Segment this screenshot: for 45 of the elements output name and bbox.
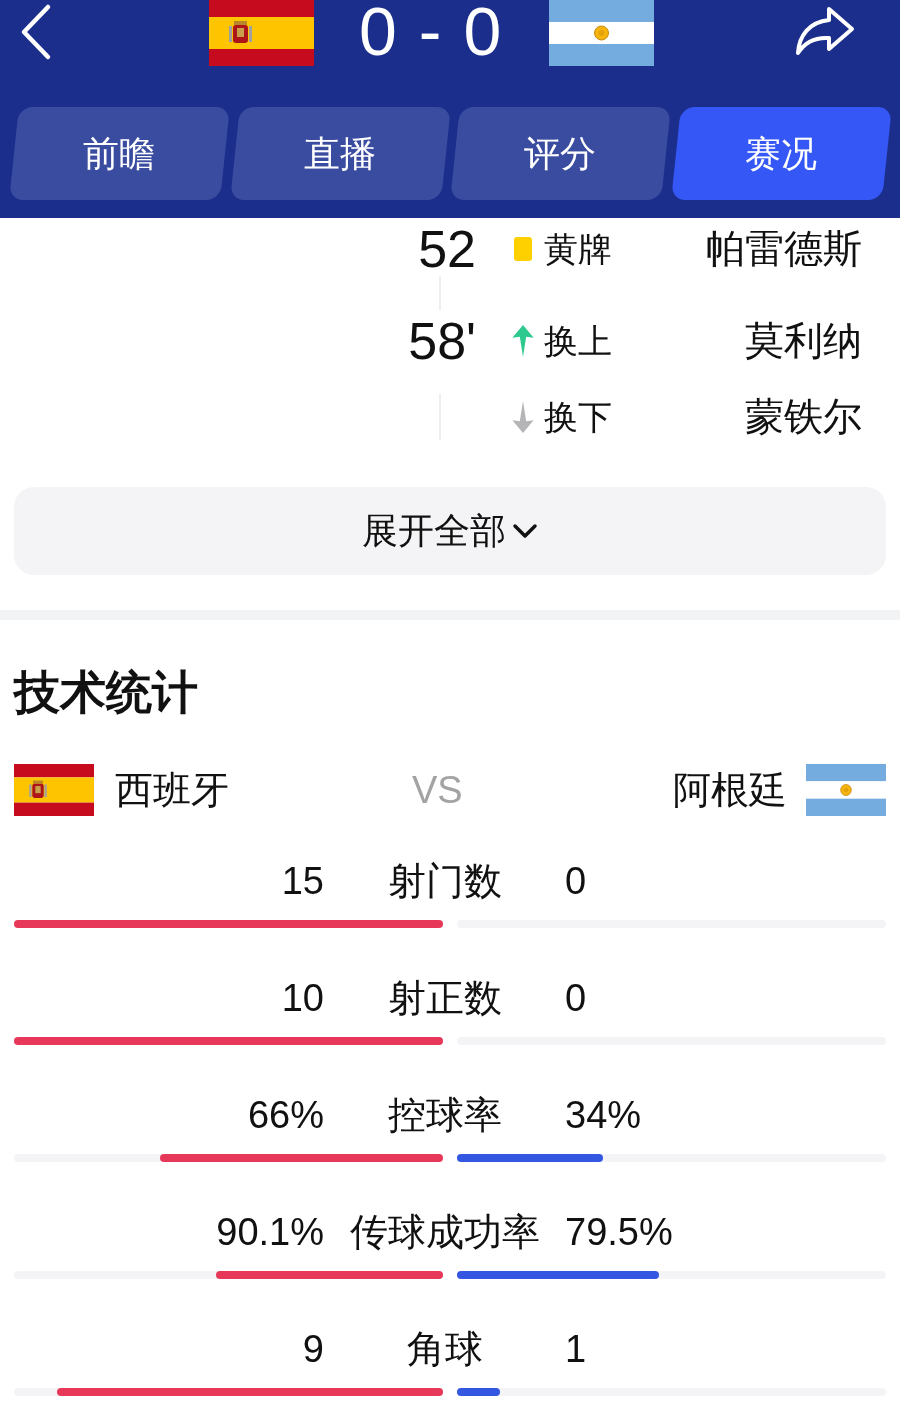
stat-value: 79.5% <box>565 1210 673 1255</box>
tab[interactable]: 赛况 <box>670 107 891 200</box>
away-score: 0 <box>463 0 502 62</box>
stat-value: 1 <box>565 1327 587 1372</box>
share-arrow-icon <box>795 6 856 56</box>
event-type: 换上 <box>544 321 612 362</box>
tab[interactable]: 评分 <box>450 107 671 200</box>
player-name: 莫利纳 <box>745 318 862 364</box>
stat-label: 射正数 <box>386 976 503 1021</box>
stat-value: 66% <box>246 1093 324 1138</box>
stat-value: 0 <box>565 859 587 904</box>
section-title: 技术统计 <box>14 665 198 720</box>
down-arrow-icon <box>512 401 534 433</box>
player-name: 帕雷德斯 <box>706 226 862 272</box>
expand-all-button[interactable]: 展开全部 <box>14 487 886 575</box>
share-button[interactable] <box>794 4 857 58</box>
stat-label: 控球率 <box>386 1093 503 1138</box>
stat-value: 90.1% <box>215 1210 324 1255</box>
team-name: 西班牙 <box>115 768 229 813</box>
stat-label: 角球 <box>405 1327 484 1372</box>
stat-value: 0 <box>565 976 587 1021</box>
stat-label: 射门数 <box>386 859 503 904</box>
stat-value: 10 <box>280 976 324 1021</box>
home-score: 0 <box>359 0 397 62</box>
event-minute: 58' <box>408 314 476 368</box>
stat-value: 9 <box>301 1327 324 1372</box>
vs-label: VS <box>412 768 463 813</box>
event-type: 黄牌 <box>544 229 612 270</box>
player-name: 蒙铁尔 <box>745 394 862 440</box>
score-separator: - <box>418 0 442 62</box>
event-minute: 52 <box>418 222 476 276</box>
flag-icon <box>209 0 314 66</box>
chevron-down-icon <box>512 523 538 539</box>
stat-value: 34% <box>565 1093 642 1138</box>
stat-value: 15 <box>280 859 324 904</box>
flag-icon <box>549 0 655 66</box>
flag-icon <box>806 764 886 816</box>
flag-icon <box>14 764 94 816</box>
tab[interactable]: 前瞻 <box>9 107 230 200</box>
event-type: 换下 <box>544 397 612 438</box>
team-name: 阿根廷 <box>673 768 787 813</box>
tab[interactable]: 直播 <box>229 107 450 200</box>
card-icon <box>514 237 532 261</box>
stat-label: 传球成功率 <box>348 1210 541 1255</box>
up-arrow-icon <box>512 325 534 357</box>
